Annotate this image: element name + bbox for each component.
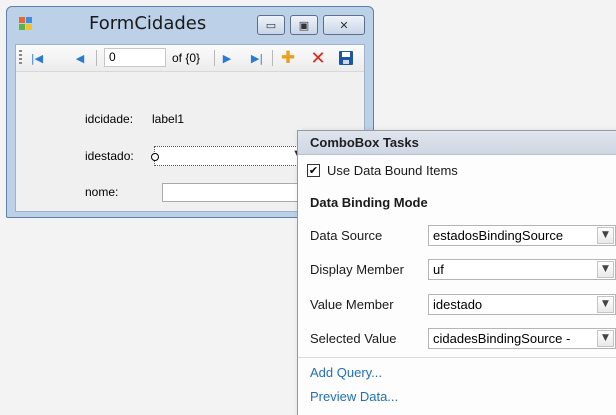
move-last-button[interactable]: ▶| [248,49,266,67]
display-member-label: Display Member [310,262,404,277]
selected-value-value: cidadesBindingSource - [433,331,571,346]
chevron-down-icon[interactable]: ▼ [597,330,614,347]
move-previous-button[interactable]: ◀ [72,49,88,67]
data-source-value: estadosBindingSource [433,228,564,243]
selected-value-select[interactable]: cidadesBindingSource - ▼ [428,328,616,349]
data-source-select[interactable]: estadosBindingSource ▼ [428,225,616,246]
save-icon [339,51,353,65]
idestado-label: idestado: [85,149,134,163]
add-new-icon: ✚ [280,48,296,68]
add-new-button[interactable]: ✚ [278,48,298,68]
designer-canvas: FormCidades ▭ ▣ ✕ |◀ ◀ 0 of {0} ▶ ▶| ✚ ✕… [0,0,616,415]
data-source-label: Data Source [310,228,383,243]
add-query-link[interactable]: Add Query... [310,365,382,380]
value-member-value: idestado [433,297,483,312]
selection-handle[interactable] [151,153,159,161]
maximize-icon: ▣ [298,18,310,32]
nome-textbox[interactable] [162,183,306,202]
window-title: FormCidades [89,13,207,34]
count-label: of {0} [172,51,201,65]
value-member-select[interactable]: idestado ▼ [428,294,616,315]
checkmark-icon: ✔ [308,164,319,177]
value-member-label: Value Member [310,297,394,312]
toolbar-grip[interactable] [19,50,22,66]
title-bar[interactable]: FormCidades ▭ ▣ ✕ [7,7,373,41]
tasks-title: ComboBox Tasks [310,135,419,150]
chevron-down-icon[interactable]: ▼ [597,227,614,244]
chevron-down-icon[interactable]: ▼ [597,261,614,278]
toolbar-separator [272,50,273,66]
form-icon [19,17,33,31]
save-button[interactable] [336,49,356,67]
preview-data-link[interactable]: Preview Data... [310,389,398,404]
idestado-combobox[interactable]: ▼ [151,146,306,166]
move-first-button[interactable]: |◀ [28,49,46,67]
delete-button[interactable]: ✕ [308,47,328,69]
divider [298,357,616,358]
use-data-bound-label[interactable]: Use Data Bound Items [327,163,458,178]
combobox-tasks-panel: ComboBox Tasks ✔ Use Data Bound Items Da… [297,130,616,415]
delete-icon: ✕ [310,47,326,69]
display-member-select[interactable]: uf ▼ [428,259,616,280]
binding-navigator: |◀ ◀ 0 of {0} ▶ ▶| ✚ ✕ [16,45,364,72]
use-data-bound-checkbox[interactable]: ✔ [307,164,320,177]
nome-label: nome: [85,185,119,199]
move-next-icon: ▶ [222,51,232,65]
idcidade-value-label: label1 [152,112,185,126]
move-first-icon: |◀ [30,51,44,65]
display-member-value: uf [433,262,444,277]
idcidade-label: idcidade: [85,112,134,126]
data-binding-mode-title: Data Binding Mode [310,195,428,210]
maximize-button[interactable]: ▣ [290,15,318,35]
minimize-button[interactable]: ▭ [257,15,285,35]
toolbar-separator [214,50,215,66]
close-button[interactable]: ✕ [323,15,365,35]
close-icon: ✕ [339,18,349,32]
move-next-button[interactable]: ▶ [218,49,236,67]
chevron-down-icon[interactable]: ▼ [597,296,614,313]
tasks-header: ComboBox Tasks [298,131,616,155]
move-previous-icon: ◀ [75,51,85,65]
minimize-icon: ▭ [265,18,277,32]
selected-value-label: Selected Value [310,331,397,346]
toolbar-separator [96,50,97,66]
move-last-icon: ▶| [250,51,264,65]
position-input[interactable]: 0 [104,48,166,67]
